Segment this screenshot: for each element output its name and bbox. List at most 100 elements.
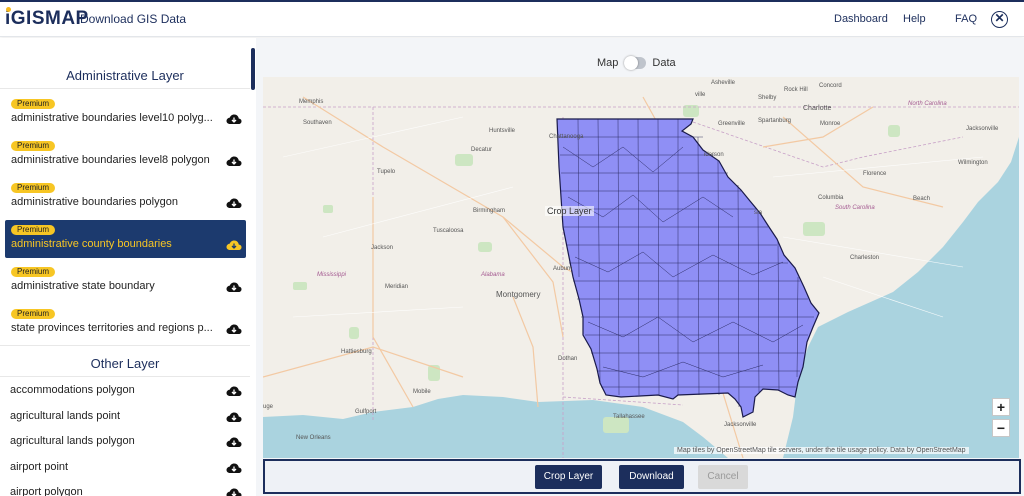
- nav-help[interactable]: Help: [903, 13, 926, 25]
- nav-faq[interactable]: FAQ: [955, 13, 977, 25]
- layer-item[interactable]: agricultural lands point: [0, 404, 250, 429]
- map-label-shelby: Shelby: [758, 95, 777, 101]
- map-label-anderson: iderson: [704, 152, 724, 158]
- premium-badge: Premium: [11, 99, 56, 109]
- cloud-download-icon[interactable]: [226, 384, 242, 396]
- map-label-concord: Concord: [819, 83, 842, 89]
- map-label-dothan: Dothan: [558, 356, 578, 362]
- layer-item[interactable]: accommodations polygon: [0, 378, 250, 403]
- map-label-gulfport: Gulfport: [355, 409, 377, 415]
- map-label-jacksonville: Jacksonville: [724, 422, 757, 428]
- cloud-download-icon[interactable]: [226, 196, 242, 208]
- map-label-jackson: Jackson: [371, 245, 394, 251]
- map-canvas: [263, 96, 1019, 458]
- zoom-out-button[interactable]: −: [992, 419, 1010, 437]
- cloud-download-icon[interactable]: [226, 410, 242, 422]
- cloud-download-icon[interactable]: [226, 486, 242, 496]
- crop-layer-button[interactable]: Crop Layer: [535, 465, 602, 489]
- map-label-montgomery: Montgomery: [496, 290, 541, 299]
- logo-text: GISMAP: [10, 8, 89, 29]
- layer-item-label: administrative boundaries polygon: [11, 196, 178, 208]
- logo-i: i: [5, 7, 11, 29]
- map-label-tuscaloosa: Tuscaloosa: [433, 228, 464, 234]
- map-label-greenville: Greenville: [718, 121, 746, 127]
- igismap-logo[interactable]: i GISMAP: [5, 7, 89, 31]
- layer-item-label: airport polygon: [10, 486, 83, 496]
- layer-item-label: accommodations polygon: [10, 384, 135, 396]
- cloud-download-icon[interactable]: [226, 435, 242, 447]
- map-label-memphis: Memphis: [299, 99, 324, 105]
- layer-item[interactable]: Premium administrative boundaries level8 …: [5, 136, 246, 174]
- map-label-spartanburg: Spartanburg: [758, 118, 792, 124]
- map-label-florence: Florence: [863, 171, 887, 177]
- toggle-map-label: Map: [597, 57, 619, 69]
- cloud-download-icon[interactable]: [226, 280, 242, 292]
- layer-item-label: administrative boundaries level8 polygon: [11, 154, 210, 166]
- layer-item[interactable]: airport point: [0, 455, 250, 480]
- map-label-meridian: Meridian: [385, 284, 409, 290]
- toggle-switch[interactable]: [624, 56, 647, 70]
- map-label-asheville: Asheville: [711, 80, 736, 86]
- map-label-south-carolina: South Carolina: [835, 205, 875, 211]
- cloud-download-icon[interactable]: [226, 322, 242, 334]
- map-label-mississippi: Mississippi: [317, 272, 347, 278]
- map-label-mobile: Mobile: [413, 389, 431, 395]
- layer-item[interactable]: Premium administrative county boundaries: [5, 220, 246, 258]
- divider: [0, 88, 250, 89]
- map-label-ville: ville: [695, 92, 706, 98]
- layer-sidebar: Administrative Layer Premium administrati…: [0, 38, 256, 496]
- toggle-data-label: Data: [652, 57, 676, 69]
- cloud-download-icon[interactable]: [226, 461, 242, 473]
- layer-item-label: administrative county boundaries: [11, 238, 172, 250]
- close-icon[interactable]: ✕: [991, 11, 1008, 28]
- map-label-monroe: Monroe: [820, 121, 841, 127]
- divider: [0, 345, 250, 346]
- map-label-new-orleans: New Orleans: [296, 435, 331, 441]
- administrative-layer-title: Administrative Layer: [66, 68, 184, 83]
- map-label-baton-rouge: uge: [263, 404, 274, 410]
- cloud-download-icon[interactable]: [226, 112, 242, 124]
- atlantic-ocean: [783, 137, 1019, 458]
- map-label-birmingham: Birmingham: [473, 208, 506, 214]
- layer-item-label: agricultural lands point: [10, 409, 121, 422]
- cloud-download-icon[interactable]: [226, 238, 242, 250]
- map-label-augusta: sta: [754, 210, 763, 216]
- map-label-tupelo: Tupelo: [377, 169, 396, 175]
- gulf-of-mexico: [263, 395, 728, 458]
- georgia-state: [556, 118, 820, 418]
- map-label-charleston: Charleston: [850, 255, 880, 261]
- cloud-download-icon[interactable]: [226, 154, 242, 166]
- map-label-hattiesburg: Hattiesburg: [341, 349, 372, 355]
- page-title: Download GIS Data: [80, 12, 187, 26]
- map-view[interactable]: Memphis Southaven Chattanooga Huntsville…: [263, 77, 1019, 458]
- sidebar-scrollbar[interactable]: [251, 48, 255, 90]
- layer-item[interactable]: airport polygon: [0, 480, 250, 496]
- map-label-decatur: Decatur: [471, 147, 493, 153]
- premium-badge: Premium: [11, 225, 56, 235]
- map-label-chattanooga: Chattanooga: [549, 134, 584, 140]
- layer-item[interactable]: Premium administrative boundaries polygon: [5, 178, 246, 216]
- download-button[interactable]: Download: [619, 465, 684, 489]
- map-label-auburn: Auburn: [553, 266, 573, 272]
- map-label-columbia: Columbia: [818, 195, 844, 201]
- layer-item-label: administrative boundaries level10 polyg.…: [11, 112, 213, 124]
- map-label-north-carolina: North Carolina: [908, 101, 947, 107]
- zoom-in-button[interactable]: +: [992, 398, 1010, 416]
- layer-item[interactable]: Premium administrative boundaries level10…: [5, 94, 246, 132]
- map-label-alabama: Alabama: [481, 272, 505, 278]
- divider: [0, 376, 250, 377]
- toggle-knob: [624, 56, 639, 70]
- layer-item[interactable]: Premium state provinces territories and r…: [5, 304, 246, 342]
- layer-item[interactable]: agricultural lands polygon: [0, 429, 250, 454]
- premium-badge: Premium: [11, 141, 56, 151]
- map-label-charlotte: Charlotte: [803, 105, 832, 112]
- map-label-rock-hill: Rock Hill: [784, 87, 808, 93]
- layer-item[interactable]: Premium administrative state boundary: [5, 262, 246, 300]
- map-data-toggle[interactable]: Map Data: [597, 56, 676, 70]
- layer-item-label: administrative state boundary: [11, 280, 155, 292]
- layer-item-label: state provinces territories and regions …: [11, 322, 213, 334]
- map-label-jacksonville-nc: Jacksonville: [966, 126, 999, 132]
- nav-dashboard[interactable]: Dashboard: [834, 13, 888, 25]
- map-label-crop-layer-hint: Crop Layer: [545, 206, 594, 216]
- map-label-beach: Beach: [913, 196, 931, 202]
